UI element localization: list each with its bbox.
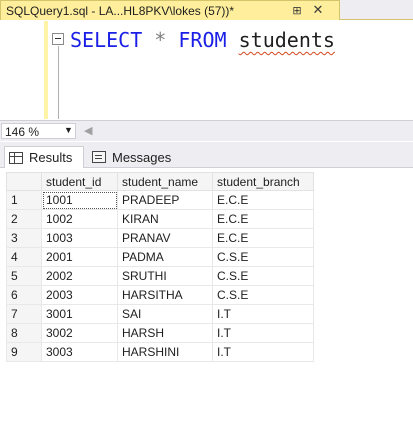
- messages-icon: [92, 151, 106, 163]
- table-name-identifier: students: [238, 28, 335, 52]
- cell-student-name[interactable]: HARSITHA: [117, 285, 213, 305]
- chevron-down-icon[interactable]: ▼: [64, 125, 73, 135]
- scroll-left-icon[interactable]: ◀: [84, 124, 92, 137]
- cell-student-name[interactable]: KIRAN: [117, 209, 213, 229]
- table-row[interactable]: 7 3001 SAI I.T: [6, 304, 314, 324]
- results-grid[interactable]: student_id student_name student_branch 1…: [0, 169, 413, 432]
- cell-student-branch[interactable]: E.C.E: [212, 190, 314, 210]
- row-number[interactable]: 4: [6, 247, 42, 267]
- column-header[interactable]: student_id: [41, 172, 118, 191]
- query-editor[interactable]: SELECT * FROM students: [0, 21, 413, 119]
- table-row[interactable]: 3 1003 PRANAV E.C.E: [6, 228, 314, 248]
- row-number[interactable]: 8: [6, 323, 42, 343]
- cell-student-branch[interactable]: C.S.E: [212, 247, 314, 267]
- cell-student-name[interactable]: PRADEEP: [117, 190, 213, 210]
- cell-student-branch[interactable]: C.S.E: [212, 266, 314, 286]
- tab-messages-label: Messages: [112, 149, 172, 165]
- cell-student-id[interactable]: 3001: [41, 304, 118, 324]
- select-all-operator: *: [154, 28, 167, 52]
- cell-student-name[interactable]: PRANAV: [117, 228, 213, 248]
- cell-student-name[interactable]: PADMA: [117, 247, 213, 267]
- row-number[interactable]: 7: [6, 304, 42, 324]
- query-tab-title: SQLQuery1.sql - LA...HL8PKV\lokes (57))*: [6, 3, 235, 18]
- zoom-level-dropdown[interactable]: 146 % ▼: [1, 123, 76, 139]
- row-number[interactable]: 2: [6, 209, 42, 229]
- row-number[interactable]: 6: [6, 285, 42, 305]
- cell-student-name[interactable]: SRUTHI: [117, 266, 213, 286]
- tab-results[interactable]: Results: [4, 146, 84, 168]
- query-document-tab[interactable]: SQLQuery1.sql - LA...HL8PKV\lokes (57))*…: [0, 0, 340, 20]
- tab-results-label: Results: [29, 150, 73, 165]
- outline-fold-line: [58, 46, 59, 119]
- change-tracking-margin: [44, 21, 48, 119]
- table-row[interactable]: 1 1001 PRADEEP E.C.E: [6, 190, 314, 210]
- row-number-header[interactable]: [6, 172, 42, 191]
- cell-student-branch[interactable]: I.T: [212, 304, 314, 324]
- cell-student-id[interactable]: 2001: [41, 247, 118, 267]
- cell-student-id[interactable]: 3002: [41, 323, 118, 343]
- table-row[interactable]: 9 3003 HARSHINI I.T: [6, 342, 314, 362]
- editor-gutter: [0, 21, 46, 119]
- cell-student-branch[interactable]: C.S.E: [212, 285, 314, 305]
- keyword-select: SELECT: [70, 28, 143, 52]
- column-header[interactable]: student_name: [117, 172, 213, 191]
- table-row[interactable]: 5 2002 SRUTHI C.S.E: [6, 266, 314, 286]
- cell-student-name[interactable]: SAI: [117, 304, 213, 324]
- cell-student-branch[interactable]: I.T: [212, 342, 314, 362]
- table-row[interactable]: 8 3002 HARSH I.T: [6, 323, 314, 343]
- row-number[interactable]: 3: [6, 228, 42, 248]
- row-number[interactable]: 1: [6, 190, 42, 210]
- pin-icon[interactable]: ⊞: [290, 4, 304, 18]
- cell-student-branch[interactable]: E.C.E: [212, 209, 314, 229]
- document-tab-strip: SQLQuery1.sql - LA...HL8PKV\lokes (57))*…: [0, 0, 413, 20]
- zoom-bar: 146 % ▼ ◀: [0, 120, 413, 141]
- zoom-level-value: 146 %: [5, 125, 40, 139]
- close-icon[interactable]: ✕: [311, 3, 325, 17]
- cell-student-name[interactable]: HARSH: [117, 323, 213, 343]
- keyword-from: FROM: [178, 28, 227, 52]
- cell-student-id[interactable]: 3003: [41, 342, 118, 362]
- cell-student-branch[interactable]: I.T: [212, 323, 314, 343]
- collapse-region-icon[interactable]: [52, 33, 64, 45]
- cell-student-name[interactable]: HARSHINI: [117, 342, 213, 362]
- table-row[interactable]: 2 1002 KIRAN E.C.E: [6, 209, 314, 229]
- table-row[interactable]: 6 2003 HARSITHA C.S.E: [6, 285, 314, 305]
- header-row: student_id student_name student_branch: [6, 172, 314, 191]
- tab-messages[interactable]: Messages: [88, 146, 180, 168]
- results-table: student_id student_name student_branch 1…: [6, 172, 314, 362]
- cell-student-id[interactable]: 1003: [41, 228, 118, 248]
- results-tab-strip: Results Messages: [0, 142, 413, 168]
- row-number[interactable]: 9: [6, 342, 42, 362]
- cell-student-id[interactable]: 2003: [41, 285, 118, 305]
- cell-student-id[interactable]: 1002: [41, 209, 118, 229]
- table-row[interactable]: 4 2001 PADMA C.S.E: [6, 247, 314, 267]
- cell-student-branch[interactable]: E.C.E: [212, 228, 314, 248]
- cell-student-id[interactable]: 1001: [41, 190, 118, 210]
- row-number[interactable]: 5: [6, 266, 42, 286]
- column-header[interactable]: student_branch: [212, 172, 314, 191]
- grid-icon: [9, 151, 23, 164]
- cell-student-id[interactable]: 2002: [41, 266, 118, 286]
- code-line-1[interactable]: SELECT * FROM students: [70, 27, 335, 53]
